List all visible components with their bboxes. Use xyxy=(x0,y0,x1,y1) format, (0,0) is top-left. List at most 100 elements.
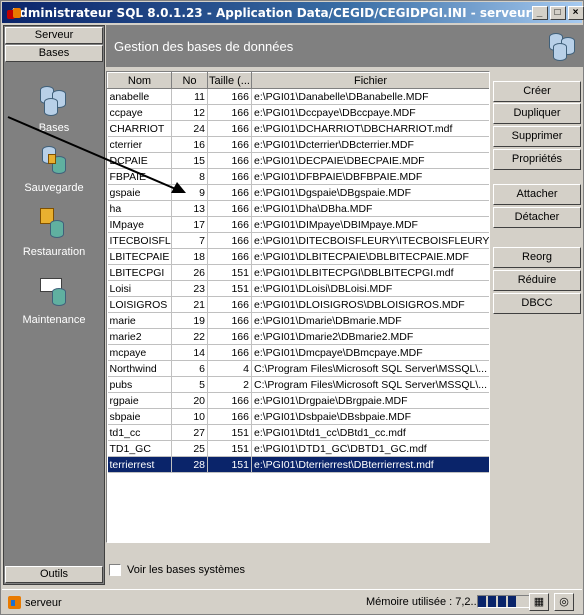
table-row[interactable]: Northwind 6 4 C:\Program Files\Microsoft SQ… xyxy=(107,360,489,377)
nav-item-maintenance[interactable]: Maintenance xyxy=(4,274,104,326)
cell-fichier: C:\Program Files\Microsoft SQL Server\MS… xyxy=(251,376,489,393)
backup-icon xyxy=(34,142,74,178)
server-icon xyxy=(8,596,21,609)
table-row[interactable]: marie 19 166 e:\PGI01\Dmarie\DBmarie.MDF xyxy=(107,312,489,329)
page-header: Gestion des bases de données xyxy=(106,25,583,67)
cell-no: 26 xyxy=(171,264,208,281)
table-row[interactable]: DCPAIE 15 166 e:\PGI01\DECPAIE\DBECPAIE.MDF xyxy=(107,152,489,169)
databases-icon xyxy=(34,82,74,118)
column-header-taille[interactable]: Taille (... xyxy=(207,72,252,89)
cell-no: 22 xyxy=(171,328,208,345)
title-bar[interactable]: Administrateur SQL 8.0.1.23 - Applicatio… xyxy=(2,2,584,23)
cell-no: 14 xyxy=(171,344,208,361)
duplicate-button[interactable]: Dupliquer xyxy=(493,103,581,124)
cell-taille: 166 xyxy=(207,152,252,169)
nav-item-bases[interactable]: Bases xyxy=(4,82,104,134)
status-bar: serveur Mémoire utilisée : 7,2... ▦ ◎ xyxy=(2,589,582,614)
cell-fichier: e:\PGI01\Dterrierrest\DBterrierrest.mdf xyxy=(251,456,489,473)
cell-nom: Northwind xyxy=(107,360,172,377)
table-row[interactable]: td1_cc 27 151 e:\PGI01\Dtd1_cc\DBtd1_cc.mdf xyxy=(107,424,489,441)
cell-nom: cterrier xyxy=(107,136,172,153)
table-row[interactable]: pubs 5 2 C:\Program Files\Microsoft SQL Ser… xyxy=(107,376,489,393)
maximize-button[interactable]: □ xyxy=(549,5,566,20)
table-row[interactable]: ha 13 166 e:\PGI01\Dha\DBha.MDF xyxy=(107,200,489,217)
table-row[interactable]: TD1_GC 25 151 e:\PGI01\DTD1_GC\DBTD1_GC.mdf xyxy=(107,440,489,457)
table-row[interactable]: mcpaye 14 166 e:\PGI01\Dmcpaye\DBmcpaye.MDF xyxy=(107,344,489,361)
minimize-button[interactable]: _ xyxy=(531,5,548,20)
table-row[interactable]: LOISIGROS 21 166 e:\PGI01\DLOISIGROS\DBLOIS… xyxy=(107,296,489,313)
cell-nom: ITECBOISFL... xyxy=(107,232,172,249)
table-row[interactable]: marie2 22 166 e:\PGI01\Dmarie2\DBmarie2.MDF xyxy=(107,328,489,345)
nav-item-restauration[interactable]: Restauration xyxy=(4,206,104,258)
cell-nom: td1_cc xyxy=(107,424,172,441)
cell-fichier: e:\PGI01\DLBITECPGI\DBLBITECPGI.mdf xyxy=(251,264,489,281)
table-row[interactable]: IMpaye 17 166 e:\PGI01\DIMpaye\DBIMpaye.MDF xyxy=(107,216,489,233)
cell-no: 10 xyxy=(171,408,208,425)
cell-taille: 166 xyxy=(207,184,252,201)
table-row[interactable]: FBPAIE 8 166 e:\PGI01\DFBPAIE\DBFBPAIE.MDF xyxy=(107,168,489,185)
table-row[interactable]: terrierrest 28 151 e:\PGI01\Dterrierrest\DB… xyxy=(107,456,489,473)
table-row[interactable]: cterrier 16 166 e:\PGI01\Dcterrier\DBcterri… xyxy=(107,136,489,153)
nav-outils-button[interactable]: Outils xyxy=(5,566,103,583)
window-title: Administrateur SQL 8.0.1.23 - Applicatio… xyxy=(10,5,532,20)
properties-button[interactable]: Propriétés xyxy=(493,149,581,170)
nav-item-label: Sauvegarde xyxy=(24,182,84,194)
nav-serveur-button[interactable]: Serveur xyxy=(5,27,103,44)
table-row[interactable]: anabelle 11 166 e:\PGI01\Danabelle\DBanabel… xyxy=(107,88,489,105)
table-row[interactable]: Loisi 23 151 e:\PGI01\DLoisi\DBLoisi.MDF xyxy=(107,280,489,297)
show-system-dbs-checkbox[interactable] xyxy=(109,564,121,576)
table-row[interactable]: gspaie 9 166 e:\PGI01\Dgspaie\DBgspaie.MDF xyxy=(107,184,489,201)
table-row[interactable]: rgpaie 20 166 e:\PGI01\Drgpaie\DBrgpaie.MDF xyxy=(107,392,489,409)
table-row[interactable]: sbpaie 10 166 e:\PGI01\Dsbpaie\DBsbpaie.MDF xyxy=(107,408,489,425)
nav-item-sauvegarde[interactable]: Sauvegarde xyxy=(4,142,104,194)
table-row[interactable]: LBITECPAIE 18 166 e:\PGI01\DLBITECPAIE\DBLB… xyxy=(107,248,489,265)
cell-no: 21 xyxy=(171,296,208,313)
cell-nom: LBITECPGI xyxy=(107,264,172,281)
table-row[interactable]: ccpaye 12 166 e:\PGI01\Dccpaye\DBccpaye.MDF xyxy=(107,104,489,121)
cell-no: 24 xyxy=(171,120,208,137)
dbcc-button[interactable]: DBCC xyxy=(493,293,581,314)
database-grid[interactable]: Nom No Taille (... Fichier anabelle 11 166… xyxy=(106,71,490,543)
detach-button[interactable]: Détacher xyxy=(493,207,581,228)
show-system-dbs-option[interactable]: Voir les bases systèmes xyxy=(109,564,245,576)
databases-icon xyxy=(547,31,577,61)
close-button[interactable]: × xyxy=(567,5,584,20)
cell-fichier: e:\PGI01\Dha\DBha.MDF xyxy=(251,200,489,217)
cell-nom: Loisi xyxy=(107,280,172,297)
column-header-nom[interactable]: Nom xyxy=(107,72,172,89)
cell-no: 6 xyxy=(171,360,208,377)
cell-taille: 151 xyxy=(207,280,252,297)
cell-nom: ccpaye xyxy=(107,104,172,121)
cell-fichier: e:\PGI01\DECPAIE\DBECPAIE.MDF xyxy=(251,152,489,169)
cell-fichier: e:\PGI01\Dgspaie\DBgspaie.MDF xyxy=(251,184,489,201)
cell-no: 11 xyxy=(171,88,208,105)
nav-bases-tab[interactable]: Bases xyxy=(5,45,103,62)
cell-taille: 166 xyxy=(207,88,252,105)
cell-nom: FBPAIE xyxy=(107,168,172,185)
cell-taille: 166 xyxy=(207,296,252,313)
server-name: serveur xyxy=(25,596,62,609)
cell-taille: 166 xyxy=(207,312,252,329)
column-header-fichier[interactable]: Fichier xyxy=(251,72,489,89)
cell-fichier: e:\PGI01\DCHARRIOT\DBCHARRIOT.mdf xyxy=(251,120,489,137)
cell-no: 23 xyxy=(171,280,208,297)
cell-no: 5 xyxy=(171,376,208,393)
shrink-button[interactable]: Réduire xyxy=(493,270,581,291)
memory-label: Mémoire utilisée : 7,2... xyxy=(366,596,480,608)
delete-button[interactable]: Supprimer xyxy=(493,126,581,147)
reorg-button[interactable]: Reorg xyxy=(493,247,581,268)
restore-icon xyxy=(34,206,74,242)
create-button[interactable]: Créer xyxy=(493,81,581,102)
calendar-icon[interactable]: ▦ xyxy=(529,593,549,611)
attach-button[interactable]: Attacher xyxy=(493,184,581,205)
column-header-no[interactable]: No xyxy=(171,72,208,89)
cell-no: 12 xyxy=(171,104,208,121)
cell-taille: 166 xyxy=(207,232,252,249)
cell-fichier: e:\PGI01\Dcterrier\DBcterrier.MDF xyxy=(251,136,489,153)
table-row[interactable]: LBITECPGI 26 151 e:\PGI01\DLBITECPGI\DBLBIT… xyxy=(107,264,489,281)
cell-taille: 166 xyxy=(207,120,252,137)
table-row[interactable]: CHARRIOT 24 166 e:\PGI01\DCHARRIOT\DBCHARRI… xyxy=(107,120,489,137)
database-settings-icon[interactable]: ◎ xyxy=(554,593,574,611)
cell-nom: DCPAIE xyxy=(107,152,172,169)
table-row[interactable]: ITECBOISFL...7166e:\PGI01\DITECBOISFLEUR… xyxy=(107,232,489,249)
